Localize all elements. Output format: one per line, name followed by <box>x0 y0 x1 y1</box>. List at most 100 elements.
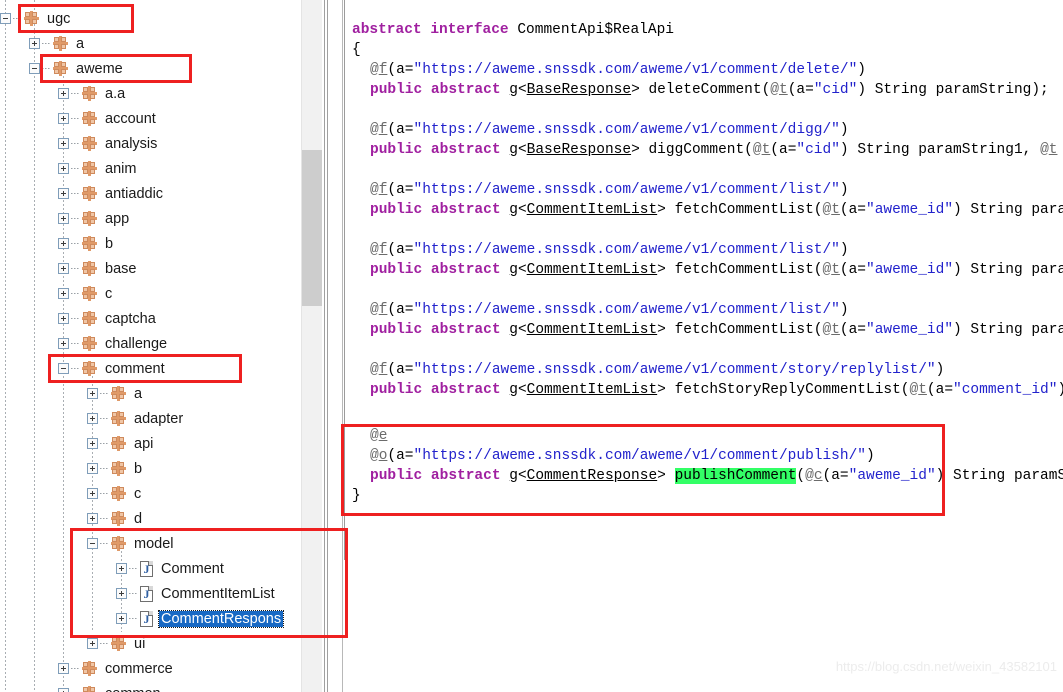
expand-toggle-icon[interactable] <box>87 513 98 524</box>
java-class-icon: J <box>140 610 153 627</box>
tree-row[interactable]: account <box>0 106 301 131</box>
expand-toggle-icon[interactable] <box>87 388 98 399</box>
tree-row[interactable]: adapter <box>0 406 301 431</box>
expand-toggle-icon[interactable] <box>87 638 98 649</box>
expand-toggle-icon[interactable] <box>58 263 69 274</box>
tree-row[interactable]: c <box>0 481 301 506</box>
expand-toggle-icon[interactable] <box>87 488 98 499</box>
tree-row[interactable]: commerce <box>0 656 301 681</box>
code-line: @f(a="https://aweme.snssdk.com/aweme/v1/… <box>370 302 849 318</box>
tree-row[interactable]: anim <box>0 156 301 181</box>
tree-row[interactable]: aweme <box>0 56 301 81</box>
tree-row-label: app <box>105 210 130 227</box>
tree-row[interactable]: app <box>0 206 301 231</box>
expand-toggle-icon[interactable] <box>58 138 69 149</box>
tree-row[interactable]: J CommentItemList <box>0 581 301 606</box>
expand-toggle-icon[interactable] <box>58 163 69 174</box>
tree-connector-dots <box>71 243 80 244</box>
expand-toggle-icon[interactable] <box>58 288 69 299</box>
expand-toggle-icon[interactable] <box>58 238 69 249</box>
tree-row[interactable]: c <box>0 281 301 306</box>
tree-row-label: CommentItemList <box>161 585 275 602</box>
tree-scrollbar-thumb[interactable] <box>302 150 323 306</box>
package-tree-pane[interactable]: ugc a aweme a.a account analysis anim antiaddic… <box>0 0 301 692</box>
expand-toggle-icon[interactable] <box>87 413 98 424</box>
tree-row[interactable]: a <box>0 381 301 406</box>
tree-row[interactable]: api <box>0 431 301 456</box>
expand-toggle-icon[interactable] <box>58 213 69 224</box>
tree-row[interactable]: model <box>0 531 301 556</box>
tree-row-label: challenge <box>105 335 168 352</box>
tree-row[interactable]: ugc <box>0 6 301 31</box>
tree-row[interactable]: b <box>0 456 301 481</box>
collapse-toggle-icon[interactable] <box>87 538 98 549</box>
expand-toggle-icon[interactable] <box>58 88 69 99</box>
collapse-toggle-icon[interactable] <box>58 363 69 374</box>
code-line: public abstract g<CommentItemList> fetch… <box>370 382 1063 398</box>
package-icon <box>82 211 97 226</box>
splitter-line-2 <box>327 0 328 692</box>
package-icon <box>82 86 97 101</box>
expand-toggle-icon[interactable] <box>58 313 69 324</box>
tree-row[interactable]: ui <box>0 631 301 656</box>
tree-row-label: commerce <box>105 660 173 677</box>
package-icon <box>53 61 68 76</box>
tree-row[interactable]: J Comment <box>0 556 301 581</box>
expand-toggle-icon[interactable] <box>116 613 127 624</box>
tree-row[interactable]: common <box>0 681 301 692</box>
tree-row[interactable]: analysis <box>0 131 301 156</box>
decompiled-code-pane[interactable]: abstract interface CommentApi$RealApi { @f… <box>344 0 1063 692</box>
expand-toggle-icon[interactable] <box>116 588 127 599</box>
tree-connector-dots <box>100 393 109 394</box>
tree-row-label: base <box>105 260 137 277</box>
tree-vertical-scrollbar[interactable] <box>301 0 323 692</box>
tree-row[interactable]: b <box>0 231 301 256</box>
tree-connector-dots <box>71 293 80 294</box>
code-line: @e <box>370 428 388 444</box>
code-line: } <box>352 488 361 504</box>
package-icon <box>111 636 126 651</box>
tree-row[interactable]: a.a <box>0 81 301 106</box>
expand-toggle-icon[interactable] <box>58 113 69 124</box>
code-line: abstract interface CommentApi$RealApi <box>352 22 674 38</box>
tree-row[interactable]: challenge <box>0 331 301 356</box>
tree-connector-dots <box>100 518 109 519</box>
collapse-toggle-icon[interactable] <box>0 13 11 24</box>
package-icon <box>111 461 126 476</box>
collapse-toggle-icon[interactable] <box>29 63 40 74</box>
tree-row[interactable]: comment <box>0 356 301 381</box>
package-icon <box>53 36 68 51</box>
tree-row[interactable]: antiaddic <box>0 181 301 206</box>
code-line: public abstract g<CommentItemList> fetch… <box>370 262 1063 278</box>
java-class-icon: J <box>140 585 153 602</box>
package-icon <box>111 386 126 401</box>
tree-connector-dots <box>100 468 109 469</box>
package-icon <box>111 411 126 426</box>
tree-row-label: ugc <box>47 10 71 27</box>
package-icon <box>111 536 126 551</box>
expand-toggle-icon[interactable] <box>87 438 98 449</box>
tree-connector-dots <box>71 668 80 669</box>
tree-row[interactable]: J CommentRespons <box>0 606 301 631</box>
expand-toggle-icon[interactable] <box>58 188 69 199</box>
code-line: @f(a="https://aweme.snssdk.com/aweme/v1/… <box>370 362 945 378</box>
expand-toggle-icon[interactable] <box>116 563 127 574</box>
expand-toggle-icon[interactable] <box>58 688 69 692</box>
expand-toggle-icon[interactable] <box>29 38 40 49</box>
tree-row[interactable]: d <box>0 506 301 531</box>
expand-toggle-icon[interactable] <box>87 463 98 474</box>
expand-toggle-icon[interactable] <box>58 663 69 674</box>
tree-row[interactable]: a <box>0 31 301 56</box>
ide-window: ugc a aweme a.a account analysis anim antiaddic… <box>0 0 1063 692</box>
code-line: { <box>352 42 361 58</box>
tree-row-label: aweme <box>76 60 123 77</box>
expand-toggle-icon[interactable] <box>58 338 69 349</box>
package-icon <box>82 311 97 326</box>
pane-splitter[interactable] <box>322 0 344 692</box>
tree-row[interactable]: captcha <box>0 306 301 331</box>
tree-connector-dots <box>71 193 80 194</box>
tree-connector-dots <box>100 543 109 544</box>
tree-row[interactable]: base <box>0 256 301 281</box>
tree-connector-dots <box>129 618 138 619</box>
package-icon <box>82 186 97 201</box>
